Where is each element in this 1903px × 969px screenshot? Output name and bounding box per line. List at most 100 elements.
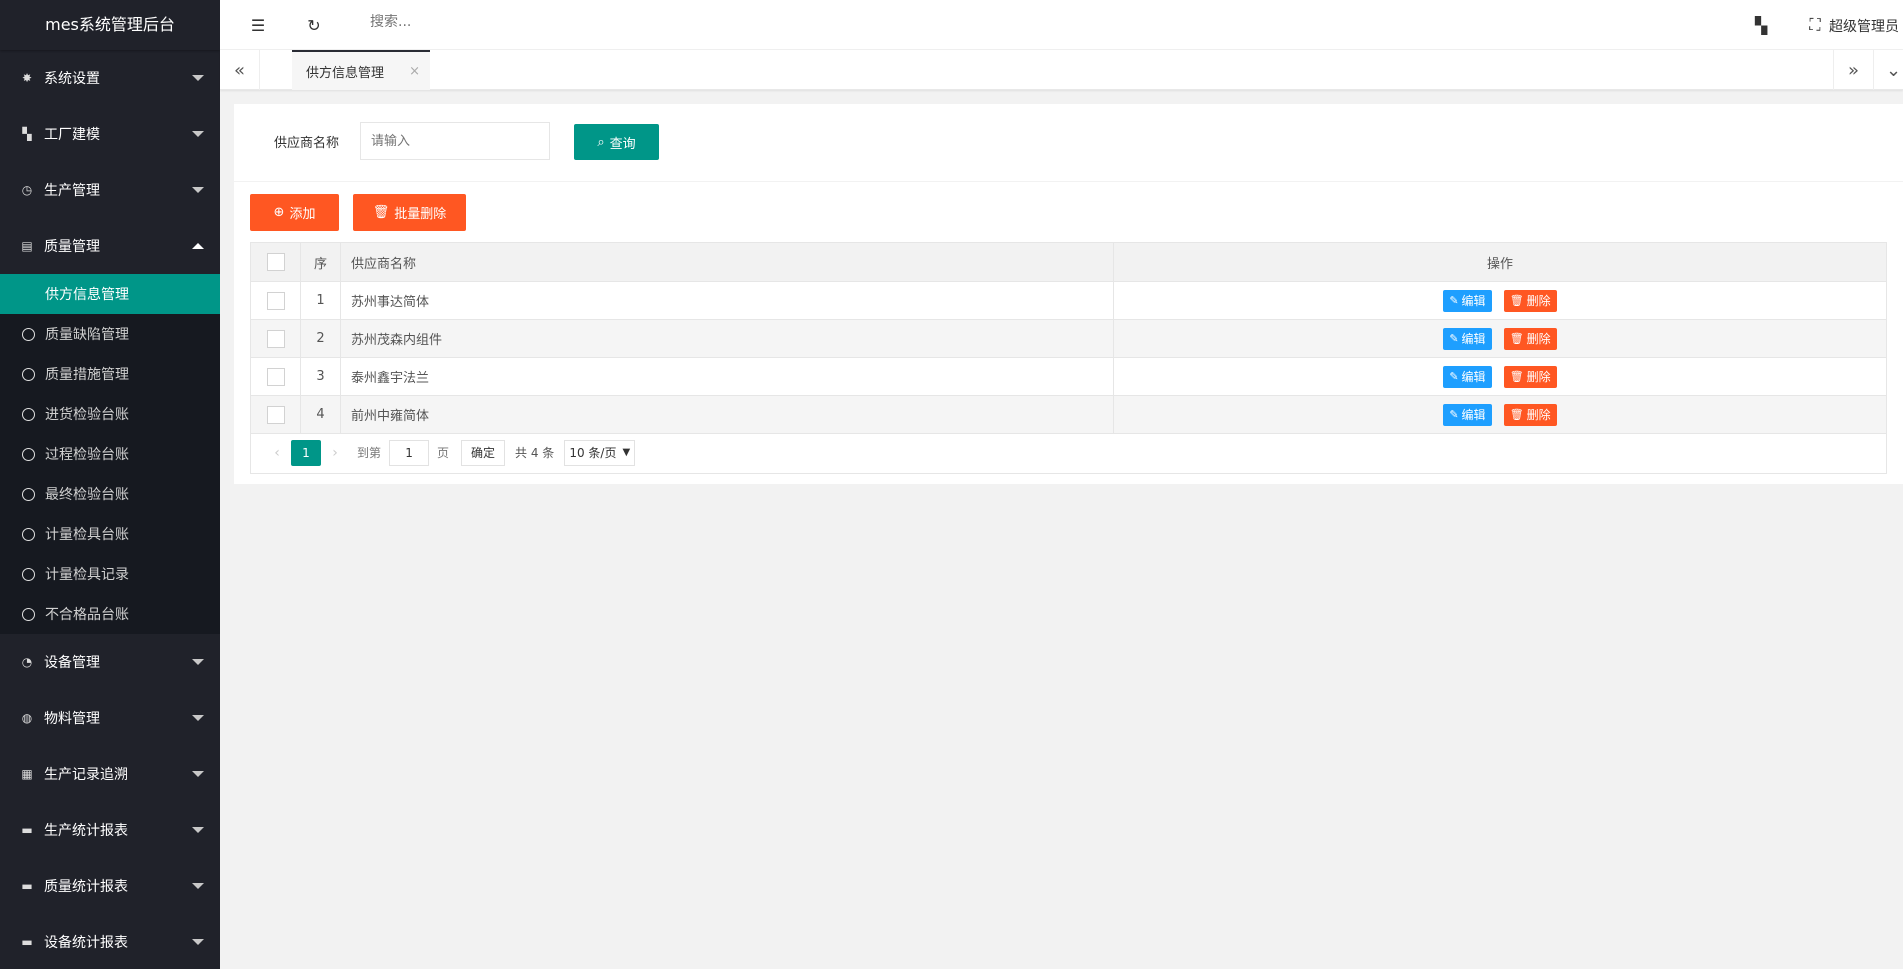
sidebar-item-supplier-info[interactable]: 供方信息管理 — [0, 274, 220, 314]
search-input[interactable] — [370, 14, 570, 30]
sidebar-item-system-settings[interactable]: ✸ 系统设置 — [0, 50, 220, 106]
table-row: 2 苏州茂森内组件 ✎ 编辑 🗑 删除 — [250, 319, 1887, 358]
sidebar-item-quality-defect[interactable]: 质量缺陷管理 — [0, 314, 220, 354]
page-number-input[interactable] — [389, 439, 430, 466]
pencil-icon: ✎ — [1449, 332, 1459, 345]
row-supplier-name: 苏州事达简体 — [340, 281, 1114, 320]
trash-icon: 🗑 — [1509, 294, 1524, 307]
circle-icon — [22, 367, 35, 381]
tabs-next-icon[interactable]: » — [1833, 50, 1873, 90]
tab-supplier-info[interactable]: 供方信息管理 × — [292, 50, 430, 90]
sidebar-item-production[interactable]: ◷ 生产管理 — [0, 162, 220, 218]
sidebar-item-label: 过程检验台账 — [45, 447, 129, 463]
main-content: 供应商名称 ⌕ 查询 ⊕ 添加 🗑 批量删除 序 供应商名称 操作 — [234, 104, 1903, 484]
sidebar-item-incoming-inspection[interactable]: 进货检验台账 — [0, 394, 220, 434]
sidebar-item-equipment-report[interactable]: ▬ 设备统计报表 — [0, 914, 220, 969]
toolbar: ⊕ 添加 🗑 批量删除 — [234, 182, 1903, 232]
close-icon[interactable]: × — [409, 64, 420, 79]
sidebar-item-gauge-record[interactable]: 计量检具记录 — [0, 554, 220, 594]
user-name[interactable]: 超级管理员 — [1829, 16, 1899, 36]
supplier-name-input[interactable] — [360, 122, 550, 160]
apps-icon: ▚ — [22, 127, 32, 141]
sidebar-item-label: 供方信息管理 — [45, 287, 129, 303]
chevron-down-icon — [192, 939, 204, 945]
delete-button[interactable]: 🗑 删除 — [1503, 327, 1557, 350]
circle-icon — [22, 607, 35, 621]
query-button[interactable]: ⌕ 查询 — [574, 124, 659, 160]
goto-label: 到第 — [357, 446, 382, 460]
pencil-icon: ✎ — [1449, 370, 1459, 383]
chevron-down-icon — [192, 715, 204, 721]
fullscreen-icon[interactable]: ⛶ — [1805, 15, 1825, 35]
refresh-icon[interactable]: ↻ — [304, 15, 324, 35]
sidebar-item-process-inspection[interactable]: 过程检验台账 — [0, 434, 220, 474]
row-operations: ✎ 编辑 🗑 删除 — [1113, 319, 1887, 358]
add-button[interactable]: ⊕ 添加 — [250, 194, 339, 231]
circle-icon — [22, 447, 35, 461]
pagination: ‹ 1 › 到第 页 确定 共 4 条 10 条/页 ▼ — [250, 432, 1887, 474]
page-unit-label: 页 — [437, 446, 450, 460]
chart-icon: ▬ — [21, 935, 33, 949]
sidebar-item-quality-report[interactable]: ▬ 质量统计报表 — [0, 858, 220, 914]
search-icon: ⌕ — [597, 134, 605, 150]
chart-icon: ▬ — [21, 879, 33, 893]
apps-icon[interactable]: ▚ — [1751, 15, 1771, 35]
sidebar-item-equipment[interactable]: ◔ 设备管理 — [0, 634, 220, 690]
chevron-down-icon: ▼ — [622, 447, 631, 458]
chevron-down-icon — [192, 883, 204, 889]
sidebar-item-label: 计量检具台账 — [45, 527, 129, 543]
goto-confirm-button[interactable]: 确定 — [461, 439, 506, 466]
sidebar-item-label: 进货检验台账 — [45, 407, 129, 423]
quality-submenu: 供方信息管理 质量缺陷管理 质量措施管理 进货检验台账 过程检验台账 最终检验台… — [0, 274, 220, 634]
chevron-down-icon[interactable]: ⌄ — [1873, 50, 1903, 90]
trash-icon: 🗑 — [372, 205, 390, 220]
batch-delete-button[interactable]: 🗑 批量删除 — [353, 194, 466, 231]
sidebar-item-nonconforming[interactable]: 不合格品台账 — [0, 594, 220, 634]
next-page-icon[interactable]: › — [321, 445, 349, 461]
header-supplier-name[interactable]: 供应商名称 — [340, 242, 1114, 282]
edit-button[interactable]: ✎ 编辑 — [1443, 327, 1492, 350]
circle-icon — [22, 327, 35, 341]
row-checkbox-cell — [250, 357, 301, 396]
sidebar-item-gauge-ledger[interactable]: 计量检具台账 — [0, 514, 220, 554]
sidebar-item-quality[interactable]: ▤ 质量管理 — [0, 218, 220, 274]
sidebar-item-material[interactable]: ◍ 物料管理 — [0, 690, 220, 746]
plus-circle-icon: ⊕ — [273, 205, 285, 220]
gauge-icon: ◔ — [21, 655, 33, 669]
edit-button[interactable]: ✎ 编辑 — [1443, 403, 1492, 426]
sidebar-item-quality-measure[interactable]: 质量措施管理 — [0, 354, 220, 394]
sidebar-item-factory-modeling[interactable]: ▚ 工厂建模 — [0, 106, 220, 162]
row-checkbox[interactable] — [266, 291, 285, 310]
current-page[interactable]: 1 — [291, 439, 321, 466]
sidebar: mes系统管理后台 ✸ 系统设置 ▚ 工厂建模 ◷ 生产管理 ▤ 质量管理 供方… — [0, 0, 220, 969]
delete-button[interactable]: 🗑 删除 — [1503, 403, 1557, 426]
sidebar-item-label: 质量缺陷管理 — [45, 327, 129, 343]
prev-page-icon[interactable]: ‹ — [263, 445, 291, 461]
circle-icon — [22, 567, 35, 581]
header-operation: 操作 — [1113, 242, 1887, 282]
delete-button[interactable]: 🗑 删除 — [1503, 289, 1557, 312]
sidebar-item-label: 设备统计报表 — [44, 935, 128, 951]
row-checkbox-cell — [250, 319, 301, 358]
tabs-prev-icon[interactable]: « — [220, 50, 260, 90]
sidebar-item-production-report[interactable]: ▬ 生产统计报表 — [0, 802, 220, 858]
circle-icon — [22, 527, 35, 541]
edit-button[interactable]: ✎ 编辑 — [1443, 365, 1492, 388]
sidebar-item-traceability[interactable]: ▦ 生产记录追溯 — [0, 746, 220, 802]
sidebar-item-final-inspection[interactable]: 最终检验台账 — [0, 474, 220, 514]
page-size-select[interactable]: 10 条/页 ▼ — [564, 439, 636, 466]
edit-button[interactable]: ✎ 编辑 — [1443, 289, 1492, 312]
top-header: ☰ ↻ ▚ ⛶ 超级管理员 — [220, 0, 1903, 50]
table-row: 3 泰州鑫宇法兰 ✎ 编辑 🗑 删除 — [250, 357, 1887, 396]
supplier-table: 序 供应商名称 操作 1 苏州事达简体 ✎编辑 🗑删除 2 苏州茂森内组件 — [250, 242, 1887, 434]
delete-button[interactable]: 🗑 删除 — [1503, 365, 1557, 388]
trash-icon: 🗑 — [1509, 370, 1524, 383]
sidebar-item-label: 计量检具记录 — [45, 567, 129, 583]
row-checkbox[interactable] — [266, 367, 285, 386]
row-checkbox[interactable] — [266, 405, 285, 424]
tab-label: 供方信息管理 — [306, 65, 385, 81]
row-checkbox[interactable] — [266, 329, 285, 348]
trash-icon: 🗑 — [1509, 408, 1524, 421]
menu-collapse-icon[interactable]: ☰ — [248, 15, 268, 35]
select-all-checkbox[interactable] — [266, 253, 285, 271]
